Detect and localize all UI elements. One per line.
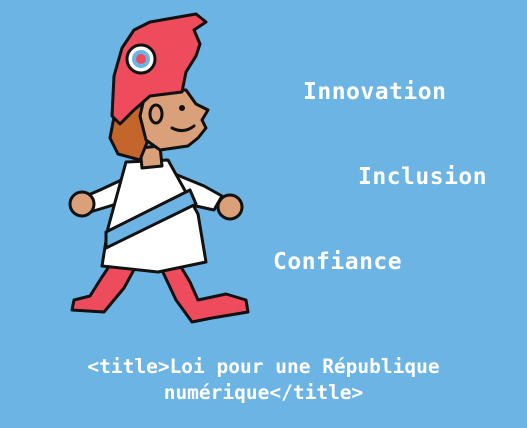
illustration-stage: Innovation Inclusion Confiance <title>Lo… [0,0,527,428]
cockade-icon [125,43,157,75]
right-boot [158,260,250,324]
caption-line-2: numérique</title> [163,381,364,404]
caption: <title>Loi pour une République numérique… [0,354,527,406]
value-innovation: Innovation [303,79,447,105]
value-inclusion: Inclusion [358,164,488,190]
caption-line-1: <title>Loi pour une République [87,355,440,378]
value-confiance: Confiance [273,249,403,275]
ear [148,103,164,125]
